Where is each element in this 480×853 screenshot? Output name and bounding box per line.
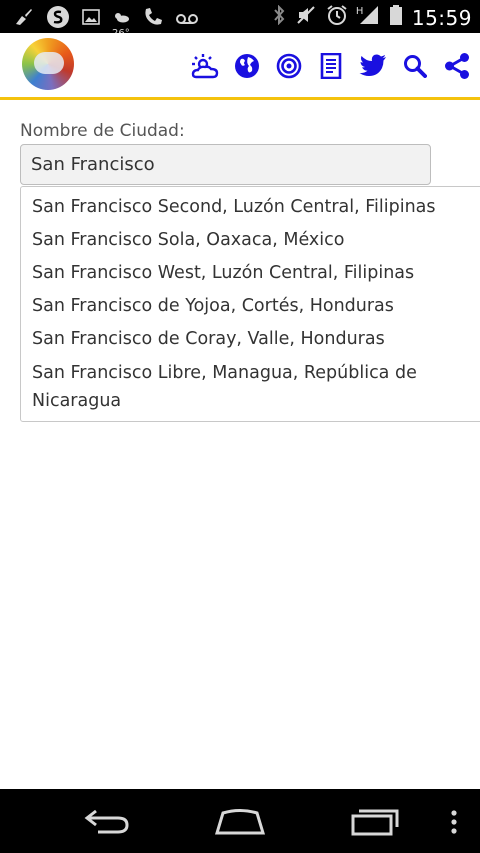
share-icon[interactable] xyxy=(442,51,472,81)
phone-icon xyxy=(142,6,164,34)
recent-apps-icon[interactable] xyxy=(350,806,400,840)
voicemail-icon xyxy=(176,9,198,31)
battery-icon xyxy=(389,5,402,31)
suggestion-item[interactable]: San Francisco de Coray, Valle, Honduras xyxy=(32,325,472,353)
globe-icon[interactable] xyxy=(232,51,262,81)
system-navigation-bar xyxy=(0,789,480,853)
document-icon[interactable] xyxy=(316,51,346,81)
target-icon[interactable] xyxy=(274,51,304,81)
suggestion-item[interactable]: San Francisco West, Luzón Central, Filip… xyxy=(32,259,472,287)
back-icon[interactable] xyxy=(84,807,130,839)
alarm-icon xyxy=(326,4,348,32)
toolbar-icons xyxy=(190,51,472,81)
suggestion-item[interactable]: San Francisco Libre, Managua, República … xyxy=(32,359,472,415)
suggestion-item[interactable]: San Francisco de Yojoa, Cortés, Honduras xyxy=(32,292,472,320)
logo-cloud-shape xyxy=(34,52,64,74)
clock-text: 15:59 xyxy=(411,6,472,30)
network-type-text: H xyxy=(355,6,364,17)
twitter-icon[interactable] xyxy=(358,51,388,81)
suggestion-item[interactable]: San Francisco Sola, Oaxaca, México xyxy=(32,226,472,254)
weather-icon[interactable] xyxy=(190,51,220,81)
signal-icon: H xyxy=(356,5,380,31)
status-bar: 26° H 15:59 xyxy=(0,0,480,39)
search-icon[interactable] xyxy=(400,51,430,81)
swiftkey-icon xyxy=(46,5,70,35)
overflow-menu-icon[interactable] xyxy=(450,809,458,839)
app-logo[interactable] xyxy=(22,38,74,90)
home-icon[interactable] xyxy=(214,809,266,839)
autocomplete-dropdown: San Francisco Second, Luzón Central, Fil… xyxy=(20,186,480,422)
weather-status-icon: 26° xyxy=(112,9,130,39)
broom-icon xyxy=(14,8,34,32)
city-search-input[interactable]: San Francisco xyxy=(20,144,431,185)
app-header xyxy=(0,33,480,100)
suggestion-item[interactable]: San Francisco Second, Luzón Central, Fil… xyxy=(32,193,472,221)
bluetooth-icon xyxy=(272,4,286,31)
mute-icon xyxy=(296,5,316,31)
image-icon xyxy=(82,9,100,31)
city-name-label: Nombre de Ciudad: xyxy=(20,121,185,141)
